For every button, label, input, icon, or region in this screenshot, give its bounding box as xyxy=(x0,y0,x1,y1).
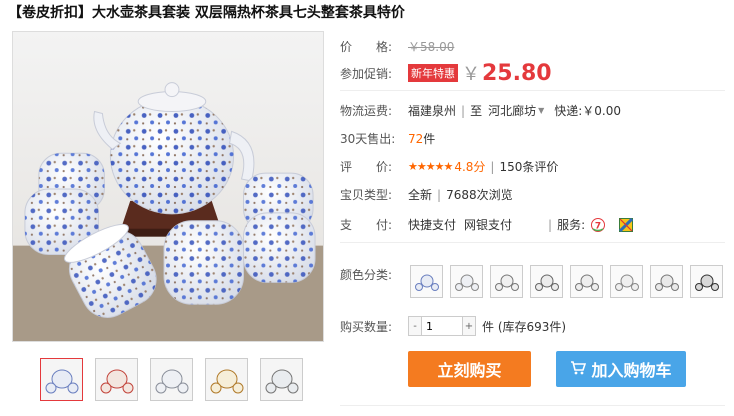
promo-label: 参加促销: xyxy=(340,66,393,81)
rating-row: 评 价: ★★★★★ 4.8分 | 150条评价 xyxy=(340,158,558,175)
type-row: 宝贝类型: 全新 | 7688次浏览 xyxy=(340,186,513,203)
divider xyxy=(340,242,725,243)
express-fee: 快递:￥0.00 xyxy=(554,104,622,118)
payment-method-bank: 网银支付 xyxy=(464,218,513,232)
quantity-label: 购买数量: xyxy=(340,319,393,334)
color-option-2[interactable] xyxy=(450,265,483,298)
thumbnail-strip xyxy=(40,358,303,401)
promo-row: 参加促销: 新年特惠 ￥ 25.80 xyxy=(340,60,552,86)
divider xyxy=(340,90,725,91)
thumbnail-3[interactable] xyxy=(150,358,193,401)
separator: | xyxy=(461,103,466,118)
color-label-row: 颜色分类: xyxy=(340,266,408,283)
color-option-3[interactable] xyxy=(490,265,523,298)
seven-day-return-icon[interactable]: 7 xyxy=(591,217,606,232)
cart-icon xyxy=(570,360,587,378)
review-count[interactable]: 150条评价 xyxy=(499,158,558,175)
shipping-row: 物流运费: 福建泉州 | 至 河北廊坊 ▼ 快递:￥0.00 xyxy=(340,102,621,119)
star-rating-icon: ★★★★★ xyxy=(408,160,453,173)
ship-to-word: 至 xyxy=(470,104,483,118)
quantity-stepper: - + xyxy=(408,316,476,336)
ship-to-select[interactable]: 河北廊坊 xyxy=(488,102,536,119)
teaset-image xyxy=(13,82,323,341)
sales-unit: 件 xyxy=(423,132,436,146)
color-option-5[interactable] xyxy=(570,265,603,298)
guarantee-icon[interactable] xyxy=(619,217,634,232)
product-title: 【卷皮折扣】大水壶茶具套装 双层隔热杯茶具七头整套茶具特价 xyxy=(8,5,405,21)
sales-row: 30天售出: 72 件 xyxy=(340,130,435,147)
rating-score: 4.8分 xyxy=(454,160,486,174)
ship-from: 福建泉州 xyxy=(408,104,457,118)
divider xyxy=(340,405,725,406)
original-price: ￥58.00 xyxy=(408,40,455,54)
thumbnail-4[interactable] xyxy=(205,358,248,401)
sales-count: 72 xyxy=(408,131,424,146)
shipping-label: 物流运费: xyxy=(340,104,393,118)
buy-now-label: 立刻购买 xyxy=(437,363,502,380)
price-row: 价 格: ￥58.00 xyxy=(340,38,454,55)
separator: | xyxy=(437,187,442,202)
quantity-input[interactable] xyxy=(422,316,462,336)
sale-price: 25.80 xyxy=(482,60,552,86)
color-options xyxy=(410,265,723,298)
add-to-cart-button[interactable]: 加入购物车 xyxy=(556,351,686,387)
quantity-row: 购买数量: - + 件 (库存693件) xyxy=(340,316,566,336)
payment-method-quick: 快捷支付 xyxy=(408,218,457,232)
add-to-cart-label: 加入购物车 xyxy=(591,363,672,380)
rating-label: 评 价: xyxy=(340,160,393,174)
payment-row: 支 付: 快捷支付 网银支付 | 服务: 7 xyxy=(340,216,634,233)
stock-info: 件 (库存693件) xyxy=(482,319,567,334)
promo-tag: 新年特惠 xyxy=(408,64,458,82)
quantity-increase-button[interactable]: + xyxy=(462,316,476,336)
price-label: 价 格: xyxy=(340,40,393,54)
chevron-down-icon[interactable]: ▼ xyxy=(538,106,544,115)
separator: | xyxy=(490,159,495,174)
thumbnail-5[interactable] xyxy=(260,358,303,401)
color-option-7[interactable] xyxy=(650,265,683,298)
thumbnail-2[interactable] xyxy=(95,358,138,401)
payment-label: 支 付: xyxy=(340,218,393,232)
color-option-6[interactable] xyxy=(610,265,643,298)
service-label: 服务: xyxy=(557,218,586,232)
buy-now-button[interactable]: 立刻购买 xyxy=(408,351,531,387)
color-option-8[interactable] xyxy=(690,265,723,298)
thumbnail-1[interactable] xyxy=(40,358,83,401)
color-option-4[interactable] xyxy=(530,265,563,298)
currency-symbol: ￥ xyxy=(462,64,480,85)
quantity-decrease-button[interactable]: - xyxy=(408,316,422,336)
type-label: 宝贝类型: xyxy=(340,188,393,202)
view-count: 7688次浏览 xyxy=(446,188,513,202)
color-option-1[interactable] xyxy=(410,265,443,298)
color-label: 颜色分类: xyxy=(340,268,393,282)
separator: | xyxy=(548,217,553,232)
product-main-image[interactable] xyxy=(12,31,324,342)
type-value: 全新 xyxy=(408,188,433,202)
sales-label: 30天售出: xyxy=(340,132,396,146)
